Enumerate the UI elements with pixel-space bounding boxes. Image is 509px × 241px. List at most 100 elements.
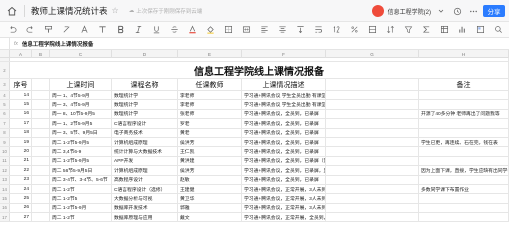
wrap-text-icon[interactable]: [314, 25, 323, 34]
cell-seq[interactable]: 19: [10, 137, 32, 147]
row-header[interactable]: 5: [0, 100, 10, 109]
align-left-icon[interactable]: [260, 25, 269, 34]
cell-note[interactable]: [419, 203, 509, 213]
cell-desc[interactable]: 学习通+腾讯会议，正常开展，3人未到，已录屏: [242, 203, 326, 213]
cell[interactable]: [32, 128, 50, 137]
cell[interactable]: [326, 203, 419, 213]
clear-format-icon[interactable]: [62, 25, 71, 34]
cell-time[interactable]: 周二 1-2节5: [50, 194, 112, 203]
percent-icon[interactable]: [350, 25, 359, 34]
cell[interactable]: [326, 166, 419, 175]
cell-teacher[interactable]: 戴文: [178, 213, 242, 222]
cell-teacher[interactable]: 侯洪芳: [178, 166, 242, 175]
cell[interactable]: [32, 109, 50, 119]
cell-desc[interactable]: 学习通+腾讯会议，全员到，已录屏: [242, 128, 326, 137]
cell-course[interactable]: 数理统计学: [112, 91, 178, 100]
cell-teacher[interactable]: 黄卫华: [178, 194, 242, 203]
cell-desc[interactable]: 学习通+腾讯会议，正常开展，全员到，已录屏: [242, 213, 326, 222]
cell-time[interactable]: 周一 3、5节、9月5日: [50, 128, 112, 137]
header-desc[interactable]: 上课情况描述: [242, 79, 326, 90]
cell-note[interactable]: [419, 147, 509, 156]
cell[interactable]: [326, 137, 419, 147]
cell-seq[interactable]: 17: [10, 119, 32, 128]
cell-note[interactable]: [419, 128, 509, 137]
cell-teacher[interactable]: 李老师: [178, 100, 242, 109]
cell-note[interactable]: 学生已更，再连续、石在完，钱在表: [419, 137, 509, 147]
cell-time[interactable]: 周一 1、2节5-9月5: [50, 119, 112, 128]
cell-desc[interactable]: 学习通+腾讯会议，全员到，已录屏: [242, 137, 326, 147]
undo-icon[interactable]: [8, 25, 17, 34]
cell-time[interactable]: 周二 1-2节5-9月5: [50, 156, 112, 166]
row-header[interactable]: 8: [0, 128, 10, 137]
cell-teacher[interactable]: 黄洪建: [178, 156, 242, 166]
cell-course[interactable]: 计算机组成原理: [112, 137, 178, 147]
sheet-title[interactable]: 信息工程学院线上课情况报备: [10, 62, 509, 78]
cell-reference[interactable]: [0, 37, 10, 50]
cell[interactable]: [326, 147, 419, 156]
sort-icon[interactable]: [386, 25, 395, 34]
header-teacher[interactable]: 任课教师: [178, 79, 242, 90]
sum-icon[interactable]: [422, 25, 431, 34]
row-header[interactable]: 4: [0, 91, 10, 100]
cell[interactable]: [326, 119, 419, 128]
cell-desc[interactable]: 学习通+腾讯会议 学生全员出勤 有课堂练习: [242, 91, 326, 100]
cell[interactable]: [32, 137, 50, 147]
row-header[interactable]: 15: [0, 194, 10, 203]
header-time[interactable]: 上课时间: [50, 79, 112, 90]
cell-seq[interactable]: 16: [10, 109, 32, 119]
number-format-icon[interactable]: [332, 25, 341, 34]
cell-course[interactable]: 电子商务技术: [112, 128, 178, 137]
cell[interactable]: [326, 79, 419, 90]
row-header[interactable]: 2: [0, 62, 10, 78]
cell-time[interactable]: 周二 1-2节: [50, 213, 112, 222]
italic-icon[interactable]: [134, 25, 143, 34]
font-size-icon[interactable]: [98, 25, 107, 34]
cell[interactable]: [326, 109, 419, 119]
cell-desc[interactable]: 学习通+腾讯会议，正常开展，3人未到，已录屏: [242, 194, 326, 203]
star-icon[interactable]: ☆: [112, 6, 119, 15]
cell-desc[interactable]: 学习通+腾讯会议 学生全员出勤 有课堂练习: [242, 100, 326, 109]
cell[interactable]: [32, 194, 50, 203]
cell-course[interactable]: 高数程序设计: [112, 175, 178, 184]
cell-note[interactable]: [419, 213, 509, 222]
row-header[interactable]: [0, 58, 10, 61]
cell[interactable]: [326, 175, 419, 184]
home-icon[interactable]: [4, 3, 20, 19]
cell-teacher[interactable]: 王建健: [178, 184, 242, 194]
row-header[interactable]: 14: [0, 184, 10, 194]
cell[interactable]: [32, 203, 50, 213]
cell-seq[interactable]: 25: [10, 194, 32, 203]
cell-note[interactable]: [419, 119, 509, 128]
row-header[interactable]: 11: [0, 156, 10, 166]
row-header[interactable]: 6: [0, 109, 10, 119]
cell-time[interactable]: 周一 1、4节5-9月: [50, 91, 112, 100]
cell-time[interactable]: 周一 3、4节5-9月: [50, 100, 112, 109]
conditional-format-icon[interactable]: [476, 25, 485, 34]
row-header[interactable]: 7: [0, 119, 10, 128]
text-color-icon[interactable]: [188, 25, 197, 34]
cell-note[interactable]: [419, 91, 509, 100]
cell-seq[interactable]: 26: [10, 203, 32, 213]
row-header[interactable]: 12: [0, 166, 10, 175]
cell[interactable]: [32, 184, 50, 194]
cell-course[interactable]: 数理统计学: [112, 109, 178, 119]
border-icon[interactable]: [224, 25, 233, 34]
cell-seq[interactable]: 23: [10, 175, 32, 184]
cell[interactable]: [326, 128, 419, 137]
cell-teacher[interactable]: 李老师: [178, 91, 242, 100]
cell-note[interactable]: [419, 175, 509, 184]
column-header[interactable]: F: [242, 50, 326, 58]
freeze-icon[interactable]: [440, 25, 449, 34]
user-name[interactable]: 信息工程学院(2): [388, 7, 431, 16]
more-icon[interactable]: [467, 5, 479, 17]
row-header[interactable]: 9: [0, 137, 10, 147]
document-title[interactable]: 教师上课情况统计表: [31, 5, 108, 17]
cell[interactable]: [32, 100, 50, 109]
header-note[interactable]: 备注: [419, 79, 509, 90]
formula-input[interactable]: 信息工程学院线上课情况报备: [22, 40, 94, 48]
cell-seq[interactable]: 15: [10, 100, 32, 109]
column-header[interactable]: A: [10, 50, 32, 58]
align-center-icon[interactable]: [278, 25, 287, 34]
cell-teacher[interactable]: 郭雅: [178, 203, 242, 213]
header-course[interactable]: 课程名称: [112, 79, 178, 90]
